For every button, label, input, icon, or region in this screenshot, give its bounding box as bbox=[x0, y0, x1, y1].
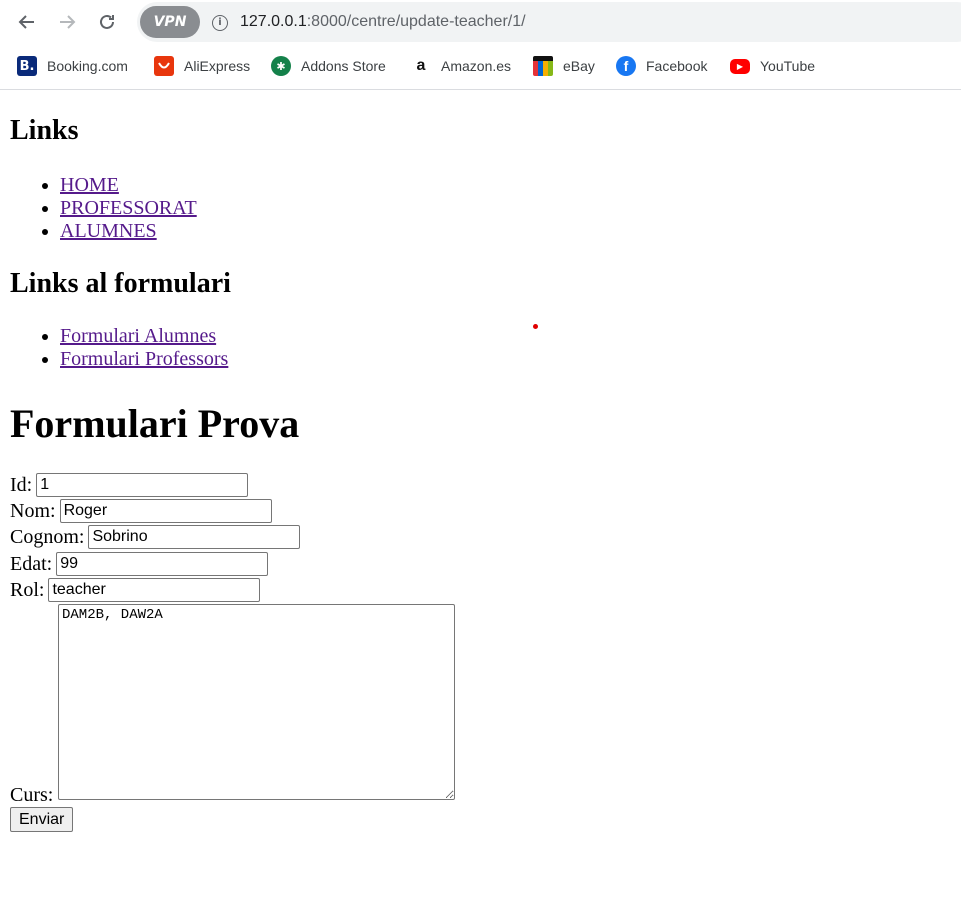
cursor-dot bbox=[533, 324, 538, 329]
link-professorat[interactable]: PROFESSORAT bbox=[60, 197, 197, 219]
form-title: Formulari Prova bbox=[10, 401, 300, 446]
link-formulari-professors[interactable]: Formulari Professors bbox=[60, 348, 228, 370]
links-list: HOME PROFESSORAT ALUMNES bbox=[10, 174, 197, 243]
bookmark-ebay[interactable]: eBay bbox=[533, 54, 595, 78]
bookmark-booking[interactable]: B. Booking.com bbox=[17, 54, 128, 78]
bookmark-label: eBay bbox=[563, 58, 595, 74]
link-formulari-alumnes[interactable]: Formulari Alumnes bbox=[60, 325, 216, 347]
bookmark-youtube[interactable]: ▶ YouTube bbox=[730, 54, 815, 78]
bookmarks-bar: B. Booking.com AliExpress ✱ Addons Store a… bbox=[0, 50, 961, 82]
vpn-badge[interactable]: VPN bbox=[140, 6, 200, 38]
cognom-field[interactable] bbox=[88, 525, 301, 549]
back-arrow-icon[interactable] bbox=[13, 8, 41, 36]
rol-label: Rol: bbox=[10, 578, 45, 601]
browser-chrome: VPN i 127.0.0.1:8000/centre/update-teach… bbox=[0, 0, 961, 90]
bookmark-label: Facebook bbox=[646, 58, 708, 74]
bookmark-label: Booking.com bbox=[47, 58, 128, 74]
url-path: :8000/centre/update-teacher/1/ bbox=[306, 13, 526, 30]
edat-row: Edat: bbox=[10, 551, 269, 577]
info-icon[interactable]: i bbox=[212, 15, 228, 31]
id-label: Id: bbox=[10, 473, 33, 496]
aliexpress-icon bbox=[154, 56, 174, 76]
facebook-icon: f bbox=[616, 56, 636, 76]
url-text[interactable]: 127.0.0.1:8000/centre/update-teacher/1/ bbox=[240, 13, 526, 31]
id-row: Id: bbox=[10, 472, 249, 498]
cognom-row: Cognom: bbox=[10, 524, 301, 550]
nom-row: Nom: bbox=[10, 498, 272, 524]
rol-row: Rol: bbox=[10, 577, 261, 603]
rol-field[interactable] bbox=[48, 578, 261, 602]
forward-arrow-icon[interactable] bbox=[53, 8, 81, 36]
edat-label: Edat: bbox=[10, 552, 53, 575]
nom-label: Nom: bbox=[10, 499, 56, 522]
form-links-list: Formulari Alumnes Formulari Professors bbox=[10, 325, 228, 371]
browser-toolbar: VPN i 127.0.0.1:8000/centre/update-teach… bbox=[0, 0, 961, 44]
links-heading: Links bbox=[10, 115, 79, 146]
bookmark-addons-store[interactable]: ✱ Addons Store bbox=[271, 54, 386, 78]
address-bar[interactable]: VPN i 127.0.0.1:8000/centre/update-teach… bbox=[137, 2, 961, 42]
bookmark-label: Amazon.es bbox=[441, 58, 512, 74]
forms-heading: Links al formulari bbox=[10, 268, 231, 299]
bookmark-amazon[interactable]: a Amazon.es bbox=[411, 54, 512, 78]
list-item: HOME bbox=[60, 174, 197, 197]
curs-label: Curs: bbox=[10, 784, 54, 806]
bookmark-label: YouTube bbox=[760, 58, 816, 74]
curs-textarea[interactable]: DAM2B, DAW2A bbox=[58, 604, 455, 800]
list-item: Formulari Professors bbox=[60, 348, 228, 371]
bookmark-aliexpress[interactable]: AliExpress bbox=[154, 54, 250, 78]
list-item: PROFESSORAT bbox=[60, 197, 197, 220]
id-field[interactable] bbox=[36, 473, 249, 497]
list-item: Formulari Alumnes bbox=[60, 325, 228, 348]
booking-icon: B. bbox=[17, 56, 37, 76]
edat-field[interactable] bbox=[56, 552, 269, 576]
ebay-icon bbox=[533, 56, 553, 76]
youtube-icon: ▶ bbox=[730, 58, 750, 74]
list-item: ALUMNES bbox=[60, 220, 197, 243]
addons-store-icon: ✱ bbox=[271, 56, 291, 76]
cognom-label: Cognom: bbox=[10, 525, 85, 548]
reload-icon[interactable] bbox=[93, 8, 121, 36]
submit-button[interactable]: Enviar bbox=[10, 807, 74, 832]
bookmark-label: Addons Store bbox=[301, 58, 386, 74]
bookmark-facebook[interactable]: f Facebook bbox=[616, 54, 707, 78]
link-home[interactable]: HOME bbox=[60, 174, 119, 196]
url-host: 127.0.0.1 bbox=[240, 13, 307, 30]
bookmark-label: AliExpress bbox=[184, 58, 251, 74]
link-alumnes[interactable]: ALUMNES bbox=[60, 220, 157, 242]
nom-field[interactable] bbox=[59, 499, 272, 523]
amazon-icon: a bbox=[416, 57, 426, 74]
